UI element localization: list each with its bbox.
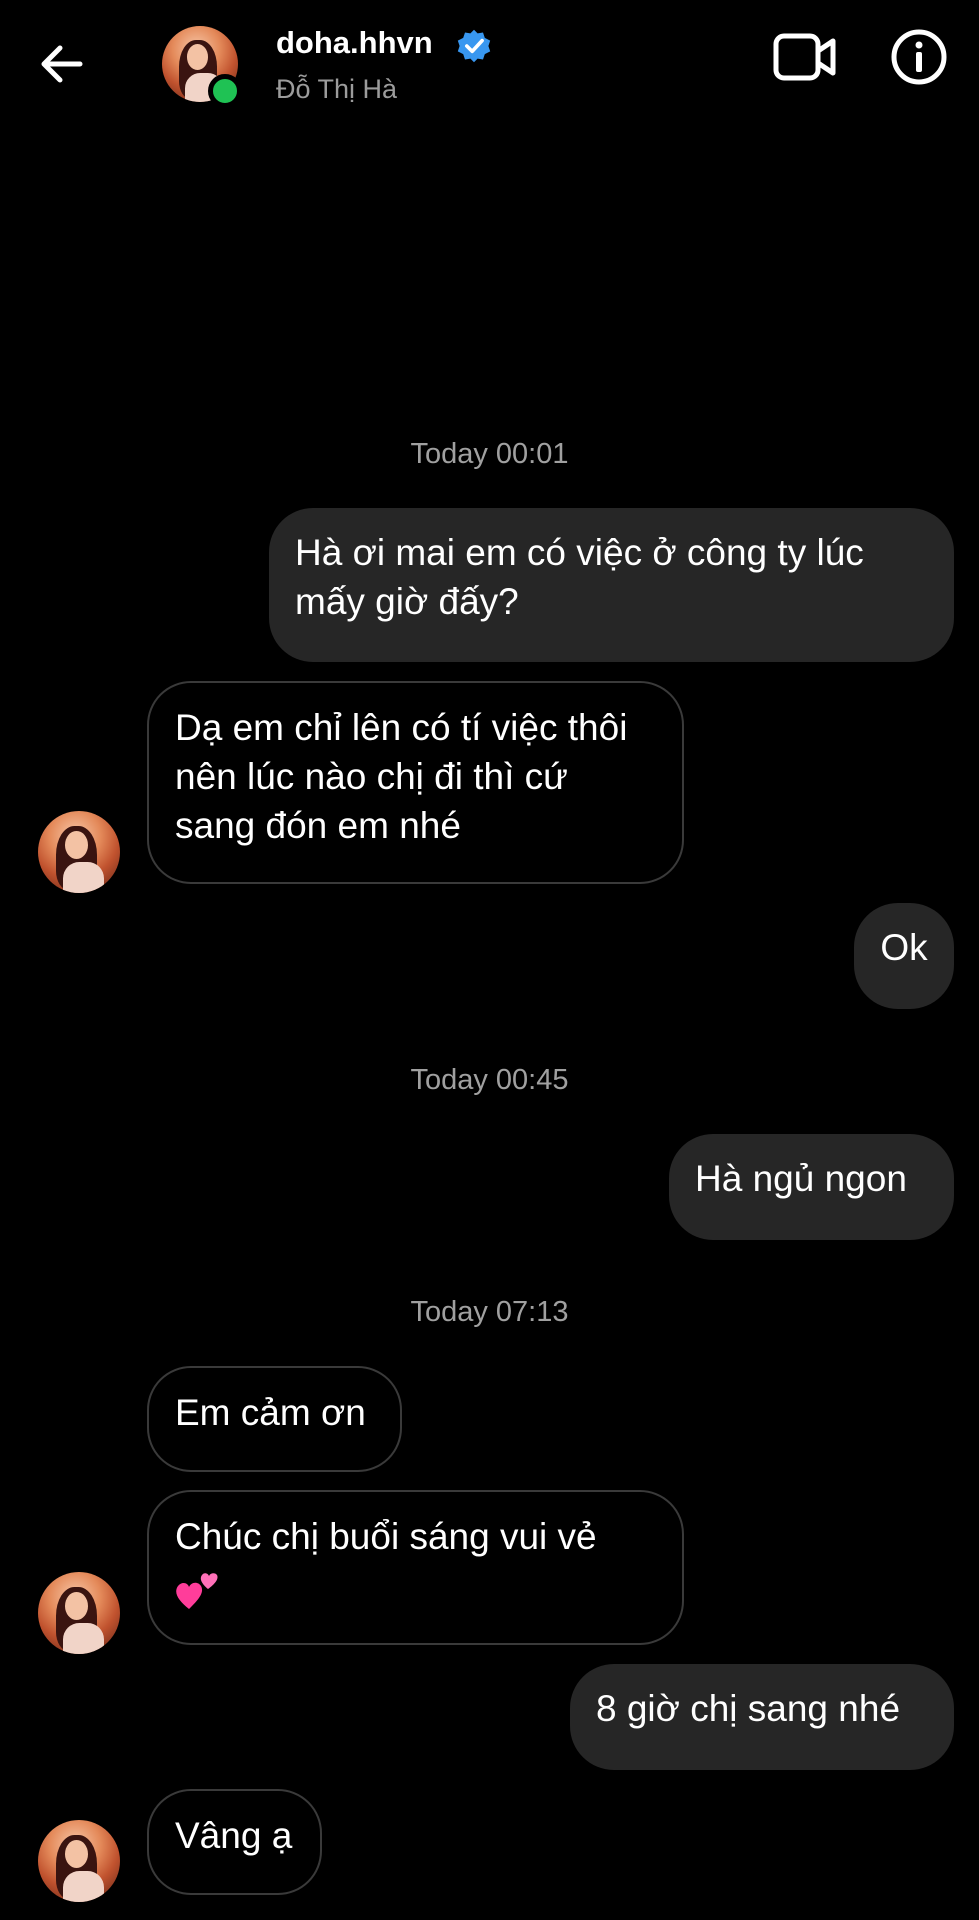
info-icon xyxy=(891,29,947,85)
video-call-button[interactable] xyxy=(772,30,838,84)
message-bubble-incoming[interactable]: Em cảm ơn xyxy=(147,1366,402,1472)
sender-avatar[interactable] xyxy=(38,1820,120,1902)
message-text: 8 giờ chị sang nhé xyxy=(596,1688,901,1729)
sender-avatar[interactable] xyxy=(38,1572,120,1654)
back-button[interactable] xyxy=(36,34,96,94)
timestamp: Today 07:13 xyxy=(410,1296,569,1328)
message-bubble-outgoing[interactable]: Hà ơi mai em có việc ở công ty lúc mấy g… xyxy=(269,508,954,662)
message-text: Chúc chị buổi sáng vui vẻ xyxy=(175,1516,597,1557)
online-status-dot xyxy=(208,74,242,108)
two-hearts-icon xyxy=(176,1573,218,1610)
username[interactable]: doha.hhvn xyxy=(276,24,433,62)
message-text: Em cảm ơn xyxy=(175,1392,366,1433)
video-call-icon xyxy=(773,33,836,81)
message-bubble-incoming[interactable]: Vâng ạ xyxy=(147,1789,322,1895)
verified-badge-icon xyxy=(457,29,491,63)
sender-avatar[interactable] xyxy=(38,811,120,893)
chat-header: doha.hhvn Đỗ Thị Hà xyxy=(0,0,979,130)
timestamp: Today 00:45 xyxy=(410,1064,569,1096)
message-text: Hà ơi mai em có việc ở công ty lúc mấy g… xyxy=(295,532,864,622)
message-text: Ok xyxy=(880,927,928,968)
message-bubble-incoming[interactable]: Chúc chị buổi sáng vui vẻ xyxy=(147,1490,684,1645)
message-text: Hà ngủ ngon xyxy=(695,1158,907,1199)
arrow-left-icon xyxy=(41,45,83,83)
message-text: Dạ em chỉ lên có tí việc thôi nên lúc nà… xyxy=(175,707,628,846)
message-bubble-outgoing[interactable]: Hà ngủ ngon xyxy=(669,1134,954,1240)
real-name: Đỗ Thị Hà xyxy=(276,74,398,104)
info-button[interactable] xyxy=(890,28,948,86)
message-bubble-outgoing[interactable]: Ok xyxy=(854,903,954,1009)
message-bubble-outgoing[interactable]: 8 giờ chị sang nhé xyxy=(570,1664,954,1770)
message-bubble-incoming[interactable]: Dạ em chỉ lên có tí việc thôi nên lúc nà… xyxy=(147,681,684,884)
message-text: Vâng ạ xyxy=(175,1815,293,1856)
timestamp: Today 00:01 xyxy=(410,438,569,470)
